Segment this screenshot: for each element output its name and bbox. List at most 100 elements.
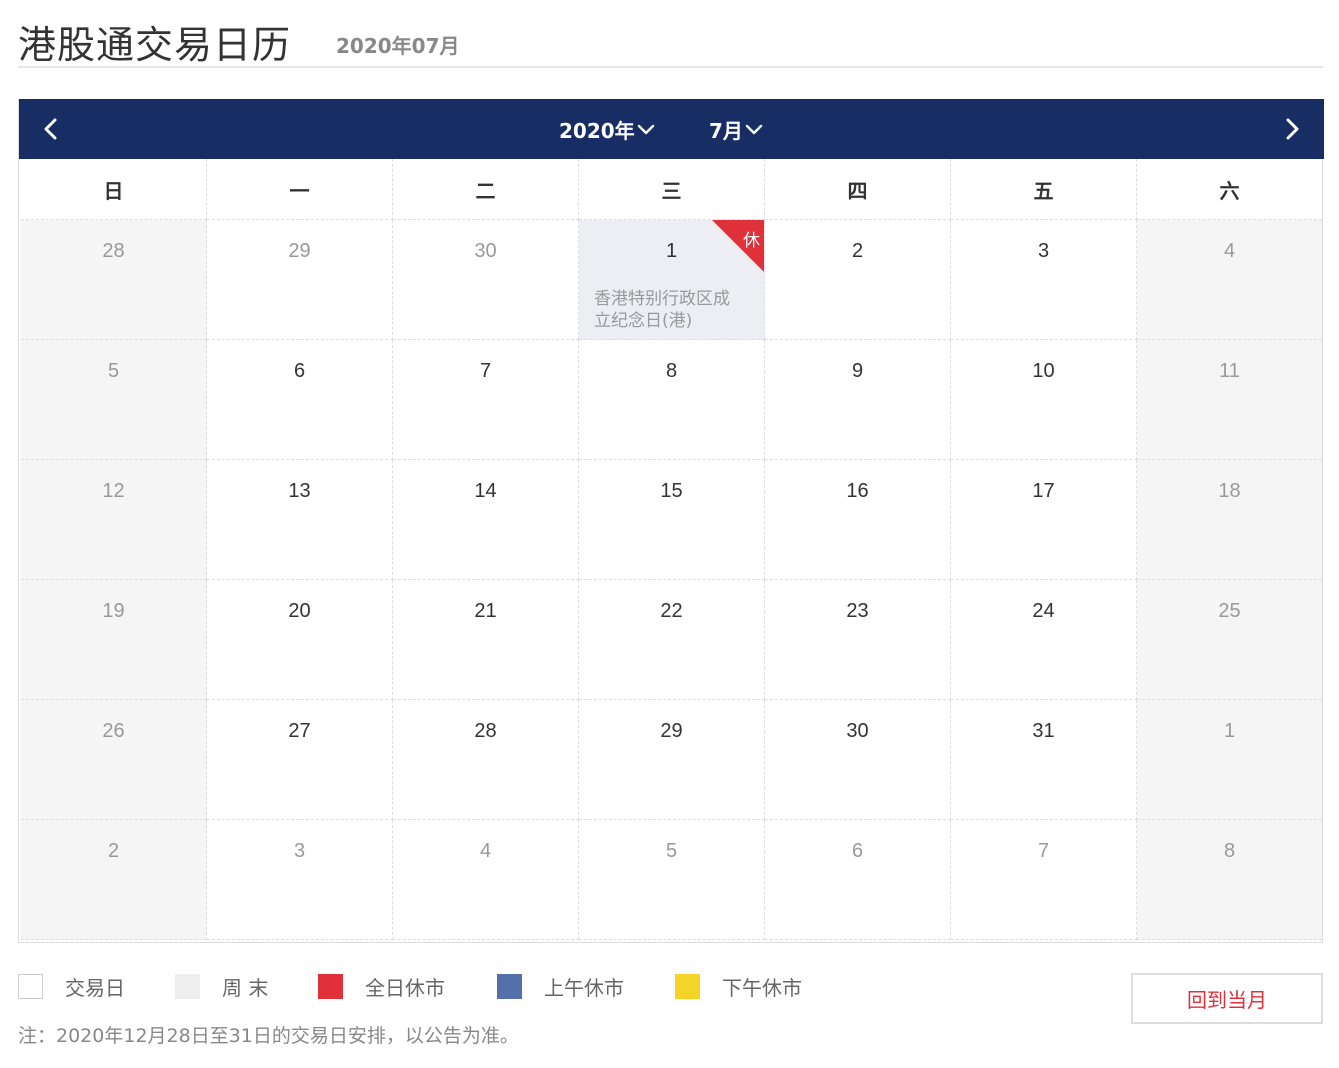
weekday-thursday: 四 — [765, 159, 951, 220]
calendar-day[interactable]: 19 — [21, 580, 207, 700]
calendar-day[interactable]: 10 — [951, 340, 1137, 460]
calendar-day[interactable]: 31 — [951, 700, 1137, 820]
day-number: 10 — [1032, 360, 1055, 382]
calendar-day[interactable]: 22 — [579, 580, 765, 700]
day-number: 23 — [846, 600, 869, 622]
next-month-button[interactable] — [1276, 113, 1308, 145]
legend-item-weekend: 周 末 — [175, 972, 268, 1001]
calendar-day[interactable]: 4 — [1137, 220, 1322, 340]
calendar-day[interactable]: 3 — [207, 820, 393, 940]
weekday-wednesday: 三 — [579, 159, 765, 220]
calendar-day[interactable]: 11 — [1137, 340, 1322, 460]
legend-item-full-day-closed: 全日休市 — [318, 972, 445, 1001]
calendar-day[interactable]: 28 — [21, 220, 207, 340]
trading-calendar: 2020年 7月 日 一 二 三 四 五 六 28 29 30 1 休香港特别行政区成立… — [18, 99, 1324, 943]
day-number: 9 — [851, 360, 864, 382]
legend-swatch-afternoon-closed — [675, 974, 700, 999]
calendar-day[interactable]: 6 — [207, 340, 393, 460]
legend-item-trading-day: 交易日 — [18, 972, 125, 1001]
day-number: 5 — [107, 360, 120, 382]
calendar-day[interactable]: 7 — [951, 820, 1137, 940]
day-number: 5 — [665, 840, 678, 862]
calendar-day[interactable]: 30 — [765, 700, 951, 820]
weekday-friday: 五 — [951, 159, 1137, 220]
chevron-left-icon — [44, 118, 57, 140]
day-number: 22 — [660, 600, 683, 622]
day-number: 11 — [1219, 360, 1240, 382]
calendar-day[interactable]: 29 — [579, 700, 765, 820]
calendar-day[interactable]: 14 — [393, 460, 579, 580]
calendar-day[interactable]: 16 — [765, 460, 951, 580]
calendar-day[interactable]: 26 — [21, 700, 207, 820]
back-to-current-month-button[interactable]: 回到当月 — [1131, 973, 1323, 1024]
calendar-day[interactable]: 21 — [393, 580, 579, 700]
calendar-day[interactable]: 9 — [765, 340, 951, 460]
legend-swatch-morning-closed — [497, 974, 522, 999]
calendar-day[interactable]: 24 — [951, 580, 1137, 700]
calendar-day[interactable]: 28 — [393, 700, 579, 820]
day-number: 3 — [1037, 240, 1050, 262]
day-number: 31 — [1032, 720, 1055, 742]
calendar-day[interactable]: 2 — [765, 220, 951, 340]
calendar-day[interactable]: 20 — [207, 580, 393, 700]
day-number: 28 — [474, 720, 497, 742]
legend-item-morning-closed: 上午休市 — [497, 972, 624, 1001]
page-title: 港股通交易日历 — [18, 23, 292, 67]
day-number: 25 — [1218, 600, 1241, 622]
calendar-day[interactable]: 25 — [1137, 580, 1322, 700]
day-number: 14 — [474, 480, 497, 502]
day-number: 8 — [1223, 840, 1236, 862]
calendar-week-row: 19 20 21 22 23 24 25 — [21, 580, 1322, 700]
calendar-day[interactable]: 12 — [21, 460, 207, 580]
day-number: 18 — [1218, 480, 1241, 502]
calendar-day[interactable]: 18 — [1137, 460, 1322, 580]
calendar-day[interactable]: 8 — [579, 340, 765, 460]
calendar-week-row: 26 27 28 29 30 31 1 — [21, 700, 1322, 820]
day-number: 4 — [1223, 240, 1236, 262]
calendar-day[interactable]: 1 — [1137, 700, 1322, 820]
calendar-grid: 日 一 二 三 四 五 六 28 29 30 1 休香港特别行政区成立纪念日(港) 2 3 4… — [21, 159, 1322, 943]
day-number: 1 — [1223, 720, 1236, 742]
year-select[interactable]: 2020年 — [559, 115, 656, 144]
day-number: 30 — [846, 720, 869, 742]
day-number: 29 — [660, 720, 683, 742]
calendar-week-row: 12 13 14 15 16 17 18 — [21, 460, 1322, 580]
calendar-day[interactable]: 3 — [951, 220, 1137, 340]
calendar-day[interactable]: 4 — [393, 820, 579, 940]
calendar-day[interactable]: 7 — [393, 340, 579, 460]
calendar-day[interactable]: 17 — [951, 460, 1137, 580]
calendar-day[interactable]: 6 — [765, 820, 951, 940]
calendar-day[interactable]: 30 — [393, 220, 579, 340]
day-number: 2 — [107, 840, 120, 862]
day-number: 15 — [660, 480, 683, 502]
chevron-down-icon — [637, 124, 654, 134]
day-number: 30 — [474, 240, 497, 262]
calendar-day[interactable]: 29 — [207, 220, 393, 340]
legend-item-afternoon-closed: 下午休市 — [675, 972, 802, 1001]
legend-label: 周 末 — [222, 976, 269, 1000]
day-number: 16 — [846, 480, 869, 502]
calendar-week-row: 2 3 4 5 6 7 8 — [21, 820, 1322, 940]
legend-label: 全日休市 — [365, 976, 445, 1000]
day-number: 27 — [288, 720, 311, 742]
calendar-day[interactable]: 2 — [21, 820, 207, 940]
prev-month-button[interactable] — [35, 113, 67, 145]
day-number: 2 — [851, 240, 864, 262]
calendar-day[interactable]: 8 — [1137, 820, 1322, 940]
holiday-note: 香港特别行政区成立纪念日(港) — [594, 289, 730, 331]
month-select[interactable]: 7月 — [709, 115, 764, 144]
holiday-tag: 休 — [743, 231, 760, 251]
month-select-label: 7月 — [709, 119, 743, 143]
calendar-day[interactable]: 13 — [207, 460, 393, 580]
day-number: 28 — [102, 240, 125, 262]
calendar-day[interactable]: 27 — [207, 700, 393, 820]
page-subtitle: 2020年07月 — [336, 34, 460, 58]
calendar-day[interactable]: 23 — [765, 580, 951, 700]
day-number: 24 — [1032, 600, 1055, 622]
calendar-day[interactable]: 5 — [579, 820, 765, 940]
calendar-day[interactable]: 5 — [21, 340, 207, 460]
weekday-sunday: 日 — [21, 159, 207, 220]
calendar-day-holiday[interactable]: 1 休香港特别行政区成立纪念日(港) — [579, 220, 765, 340]
day-number: 12 — [102, 480, 125, 502]
calendar-day[interactable]: 15 — [579, 460, 765, 580]
